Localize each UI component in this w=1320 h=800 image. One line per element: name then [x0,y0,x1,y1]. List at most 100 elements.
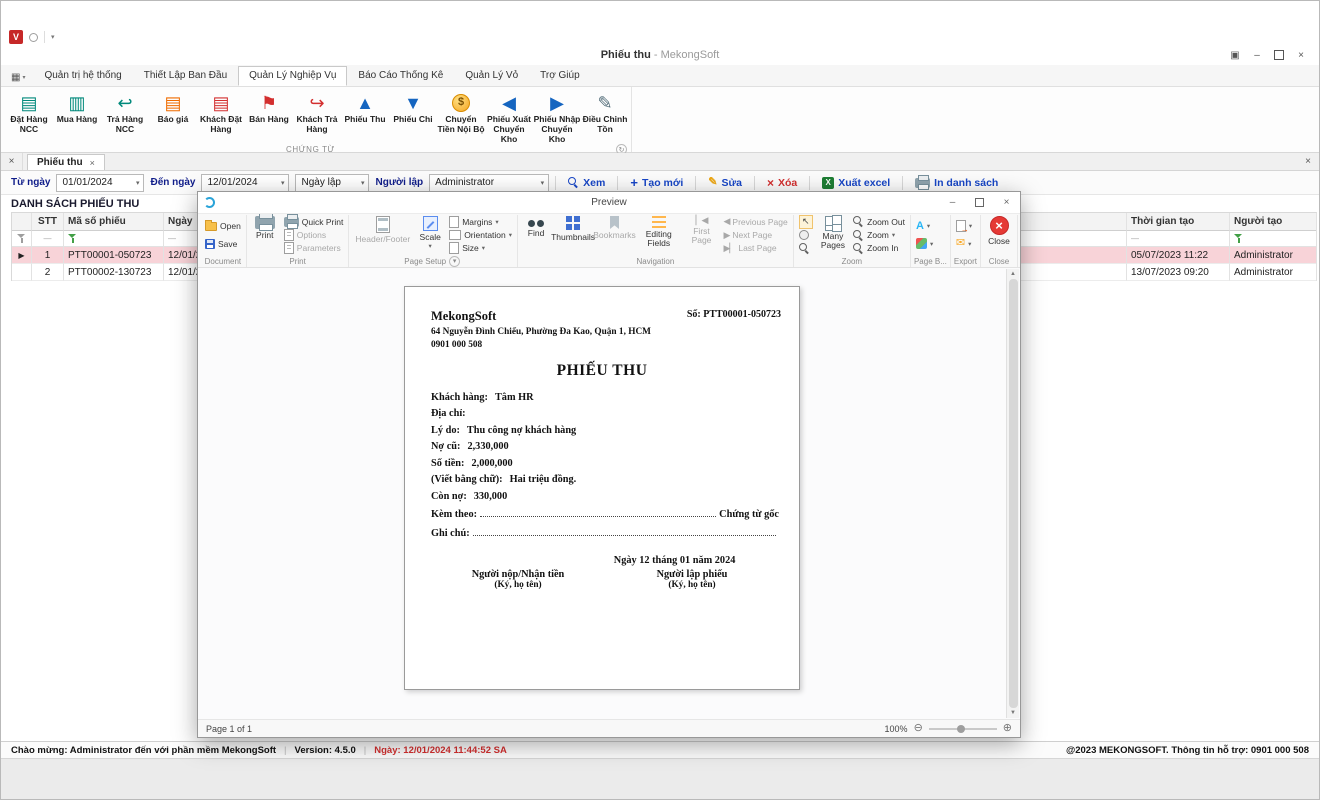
header-thoi-gian-tao[interactable]: Thời gian tạo [1127,213,1230,231]
header-stt[interactable]: STT [32,213,64,231]
export-excel-button[interactable]: Xuất excel [816,177,896,189]
preview-scrollbar[interactable]: ▲ ▼ [1006,269,1019,718]
maximize-icon[interactable] [1269,47,1289,63]
ribbon-item-dieu-chinh-ton[interactable]: ✎ Điều Chỉnh Tồn [581,89,629,144]
page-setup-launcher-icon[interactable]: ▾ [449,256,460,267]
zoom-in-button[interactable]: Zoom In [851,242,907,255]
to-date-input[interactable]: 12/01/2024 ▾ [201,174,289,192]
scale-button[interactable]: Scale ▾ [415,215,445,255]
close-preview-button[interactable]: Close [984,215,1014,255]
editing-fields-button[interactable]: Editing Fields [636,215,682,255]
menu-tab-quan-ly-nghiep-vu[interactable]: Quản Lý Nghiệp Vụ [238,66,347,86]
filter-indicator-cell[interactable] [12,231,32,247]
tabstrip-close-right-icon[interactable]: × [1297,153,1319,170]
preview-maximize-icon[interactable] [966,192,993,213]
creator-select[interactable]: Administrator ▾ [429,174,549,192]
print-button[interactable]: Print [250,215,280,255]
fullscreen-icon[interactable]: ▣ [1225,47,1245,63]
ribbon-item-phieu-chi[interactable]: ▼ Phiếu Chi [389,89,437,144]
qat-circle-icon[interactable] [29,33,38,42]
ribbon-item-khach-tra-hang[interactable]: ↪ Khách Trả Hàng [293,89,341,144]
ribbon-item-bao-gia[interactable]: ▤ Báo giá [149,89,197,144]
ribbon-item-dat-hang-ncc[interactable]: ▤ Đặt Hàng NCC [5,89,53,144]
ribbon-item-khach-dat-hang[interactable]: ▤ Khách Đặt Hàng [197,89,245,144]
qat-dropdown-icon[interactable]: ▾ [51,33,55,41]
ribbon-item-phieu-nhap-chuyen-kho[interactable]: ▶ Phiếu Nhập Chuyển Kho [533,89,581,144]
group-document: Open Save Document [200,215,247,267]
hand-tool-button[interactable] [797,229,815,242]
thumbnails-button[interactable]: Thumbnails [553,215,593,255]
header-nguoi-tao[interactable]: Người tạo [1230,213,1316,231]
menu-tab-bao-cao-thong-ke[interactable]: Báo Cáo Thống Kê [347,66,454,86]
edit-button[interactable]: ✎ Sửa [702,177,748,189]
menu-tab-quan-ly-vo[interactable]: Quản Lý Vỏ [454,66,529,86]
filter-stt-cell[interactable]: — [32,231,64,247]
date-type-select[interactable]: Ngày lập ▾ [295,174,369,192]
group-export: ▾ ✉ ▾ Export [951,215,981,267]
filter-code-cell[interactable] [64,231,164,247]
print-list-button[interactable]: In danh sách [909,177,1004,189]
ribbon-item-mua-hang[interactable]: ▥ Mua Hàng [53,89,101,144]
scrollbar-thumb[interactable] [1009,279,1018,708]
create-new-button[interactable]: + Tạo mới [624,176,689,189]
thumbnails-icon [566,216,581,231]
preview-titlebar[interactable]: Preview – × [198,192,1020,214]
toolbar-separator [555,176,556,190]
tab-close-icon[interactable]: × [90,158,95,168]
pointer-tool-button[interactable] [797,215,815,228]
close-icon[interactable]: × [1291,47,1311,63]
from-date-input[interactable]: 01/01/2024 ▾ [56,174,144,192]
open-button[interactable]: Open [203,220,243,233]
bookmarks-button[interactable]: Bookmarks [595,215,634,255]
zoom-button[interactable]: Zoom ▾ [851,229,907,242]
ribbon-item-phieu-xuat-chuyen-kho[interactable]: ◀ Phiếu Xuất Chuyển Kho [485,89,533,144]
magnifier-tool-button[interactable] [797,242,815,255]
scroll-down-icon[interactable]: ▼ [1010,710,1016,716]
find-button[interactable]: Find [521,215,551,255]
ribbon-item-tra-hang-ncc[interactable]: ↩ Trả Hàng NCC [101,89,149,144]
header-footer-button[interactable]: Header/Footer [352,215,413,255]
page-color-button[interactable]: ▾ [914,237,935,250]
first-page-button[interactable]: ▏◀ First Page [684,215,720,255]
ribbon-item-chuyen-tien-noi-bo[interactable]: Chuyển Tiền Nội Bộ [437,89,485,144]
quick-print-button[interactable]: Quick Print [282,215,346,228]
zoom-slider-thumb[interactable] [957,725,965,733]
menu-tab-thiet-lap-ban-dau[interactable]: Thiết Lập Ban Đầu [133,66,238,86]
delete-button[interactable]: × Xóa [761,177,803,189]
view-button[interactable]: Xem [562,177,611,189]
magnifier-icon [799,243,810,254]
previous-page-button[interactable]: ◀ Previous Page [722,215,790,228]
menu-tab-tro-giup[interactable]: Trợ Giúp [529,66,591,86]
export-document-button[interactable]: ▾ [954,220,974,233]
zoom-out-icon[interactable]: ⊖ [914,723,923,734]
preview-minimize-icon[interactable]: – [939,192,966,213]
tabstrip-close-left-icon[interactable]: × [1,153,23,170]
size-button[interactable]: Size ▾ [447,242,514,255]
watermark-button[interactable]: ▾ [914,220,935,233]
minimize-icon[interactable]: – [1247,47,1267,63]
app-logo-icon[interactable]: V [9,30,23,44]
last-page-icon: ▶▏ [724,243,736,254]
last-page-button[interactable]: ▶▏ Last Page [722,242,790,255]
filter-created-cell[interactable]: — [1127,231,1230,247]
send-email-button[interactable]: ✉ ▾ [954,237,974,250]
options-button[interactable]: Options [282,229,346,242]
margins-button[interactable]: Margins ▾ [447,215,514,228]
scroll-up-icon[interactable]: ▲ [1010,271,1016,277]
menu-grid-icon[interactable]: ▦▾ [7,69,33,86]
orientation-button[interactable]: Orientation ▾ [447,229,514,242]
zoom-out-button[interactable]: Zoom Out [851,215,907,228]
preview-close-icon[interactable]: × [993,192,1020,213]
tab-phieu-thu[interactable]: Phiếu thu × [27,154,105,170]
menu-tab-quan-tri-he-thong[interactable]: Quản trị hệ thống [33,66,132,86]
filter-creator-cell[interactable] [1230,231,1316,247]
many-pages-button[interactable]: Many Pages [817,215,849,255]
parameters-button[interactable]: Parameters [282,242,346,255]
ribbon-item-ban-hang[interactable]: ⚑ Bán Hàng [245,89,293,144]
zoom-in-icon[interactable]: ⊕ [1003,723,1012,734]
next-page-button[interactable]: ▶ Next Page [722,229,790,242]
ribbon-item-phieu-thu[interactable]: ▲ Phiếu Thu [341,89,389,144]
save-button[interactable]: Save [203,237,243,250]
zoom-slider[interactable] [929,728,997,730]
header-ma-so-phieu[interactable]: Mã số phiếu [64,213,164,231]
